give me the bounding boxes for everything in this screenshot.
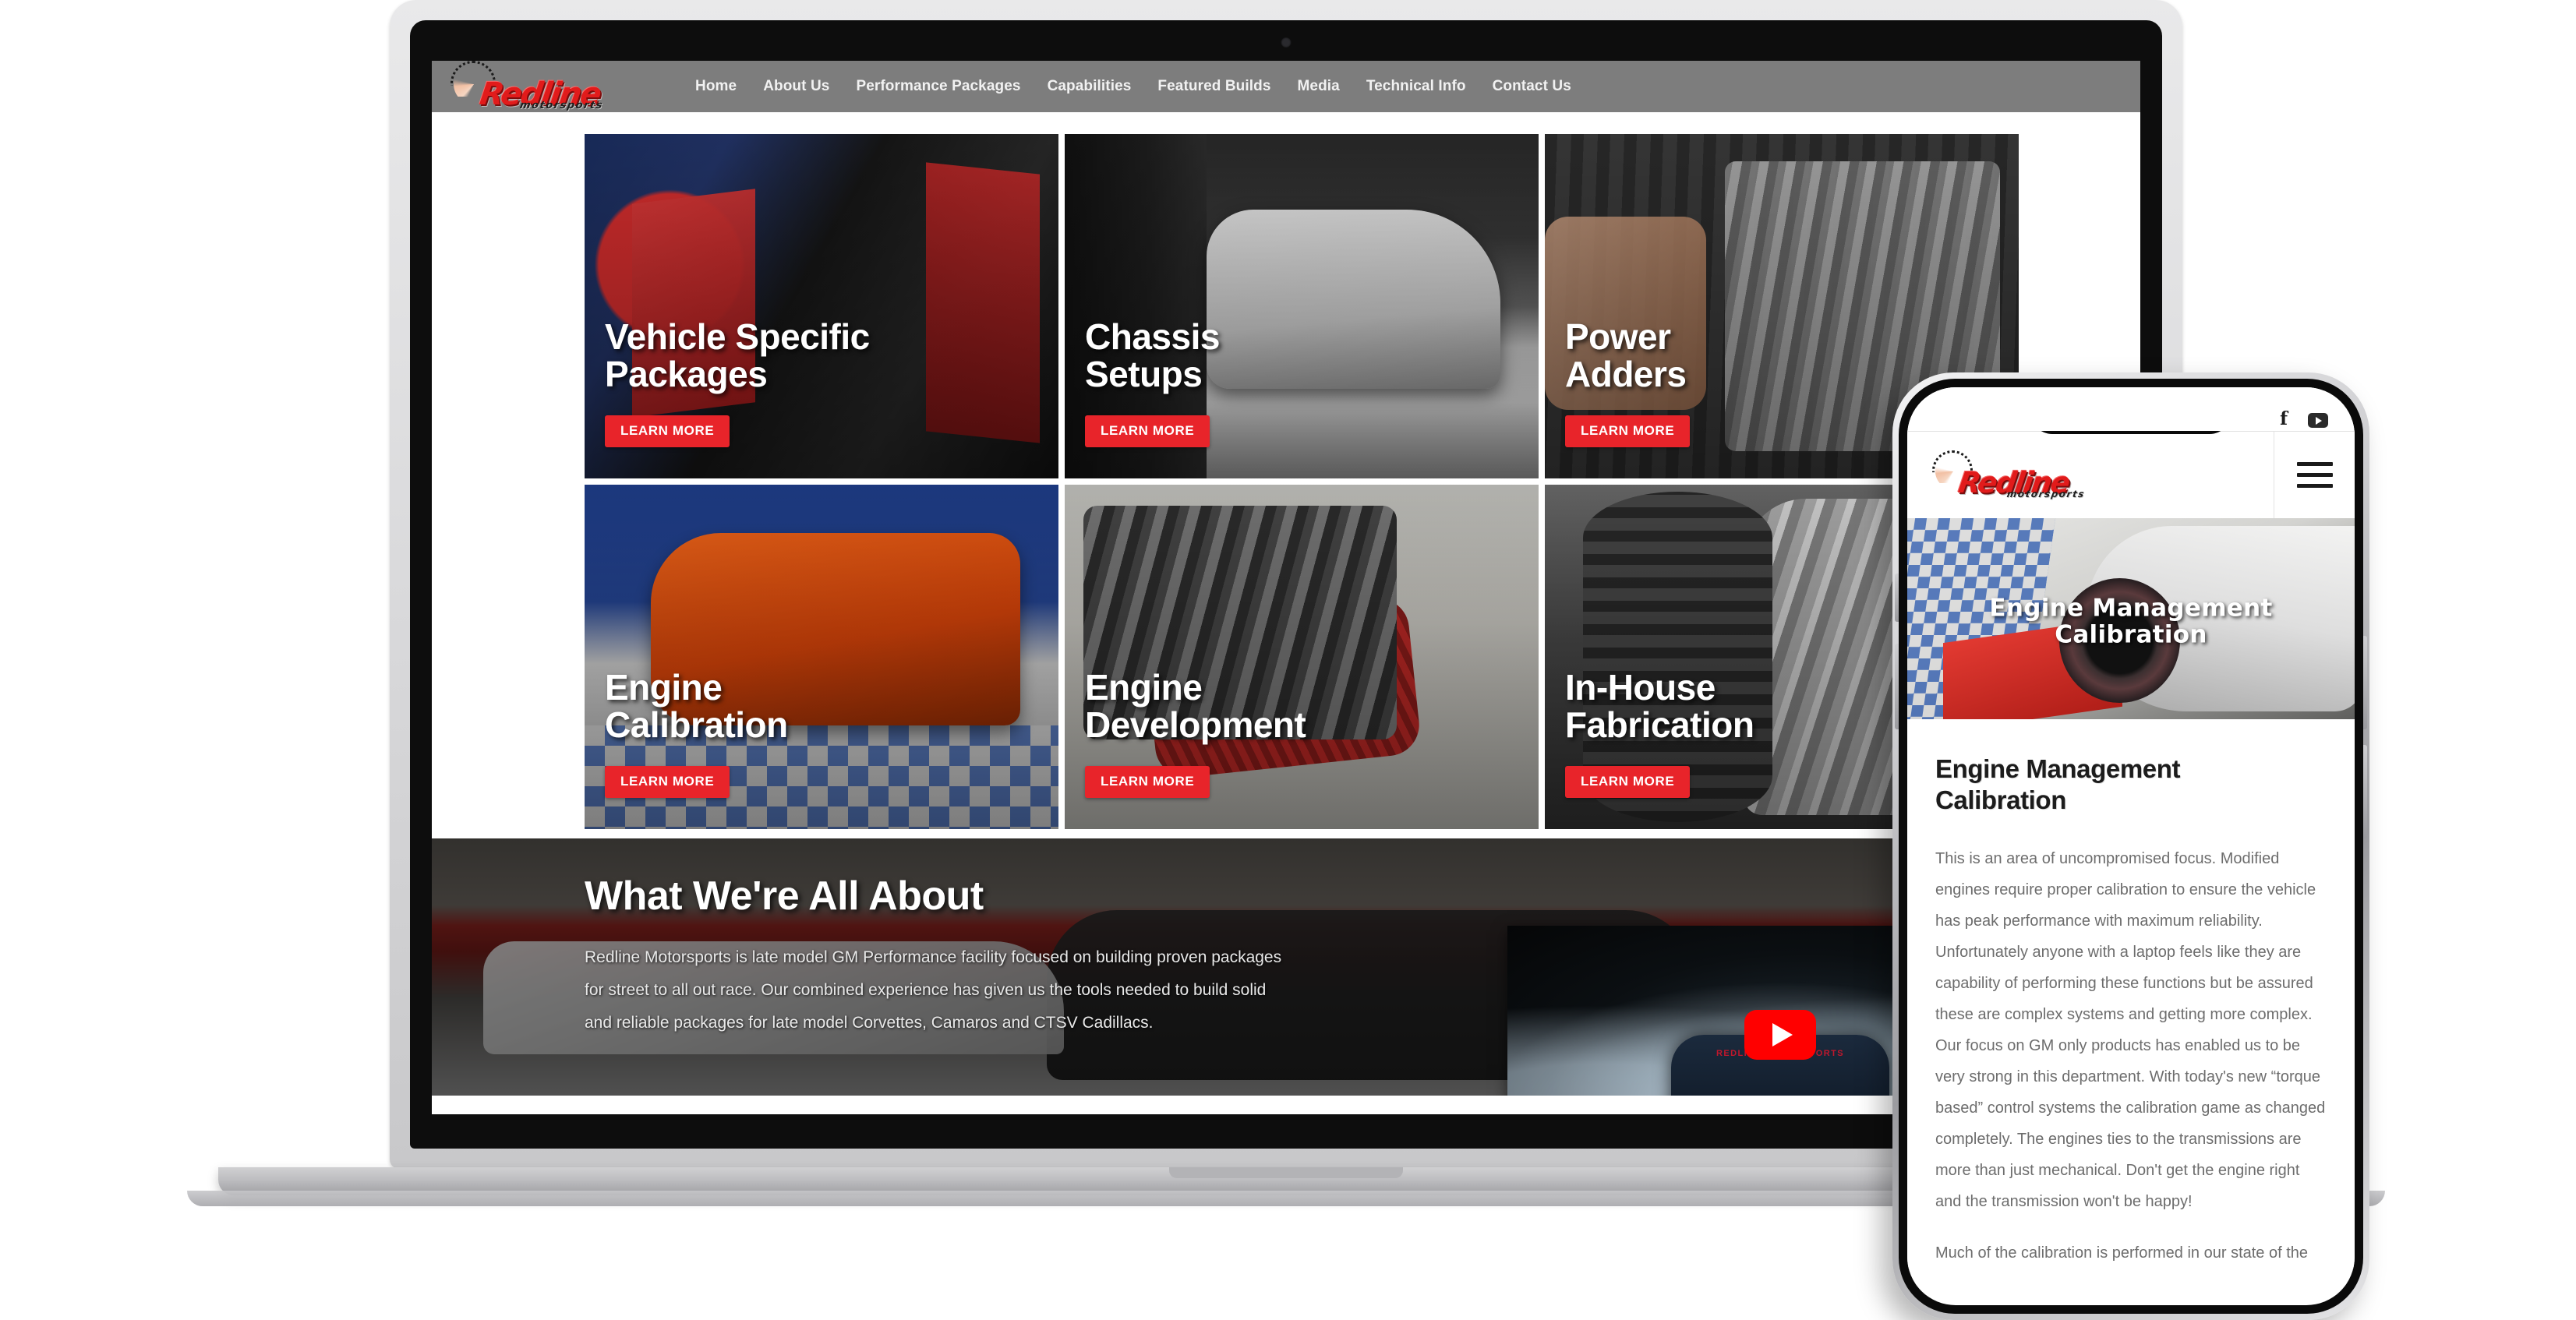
nav-item-media[interactable]: Media <box>1297 78 1339 95</box>
facebook-icon[interactable]: f <box>2280 410 2288 428</box>
laptop-camera-icon <box>1281 37 1292 48</box>
phone-bezel: f Redline motorsports Engine Management … <box>1895 379 2367 1314</box>
phone-volume-down-button[interactable] <box>1895 644 1899 729</box>
nav-item-technical-info[interactable]: Technical Info <box>1366 78 1466 95</box>
learn-more-button[interactable]: LEARN MORE <box>1565 415 1691 447</box>
nav-item-contact-us[interactable]: Contact Us <box>1493 78 1571 95</box>
mobile-page-heading: Engine Management Calibration <box>1935 754 2181 814</box>
youtube-play-icon[interactable] <box>1744 1010 1816 1060</box>
mobile-paragraph: This is an area of uncompromised focus. … <box>1935 850 2326 1211</box>
learn-more-button[interactable]: LEARN MORE <box>605 766 730 798</box>
main-navigation: Home About Us Performance Packages Capab… <box>695 78 1571 95</box>
tile-title: Engine Calibration <box>605 667 788 746</box>
learn-more-button[interactable]: LEARN MORE <box>1085 415 1210 447</box>
learn-more-button[interactable]: LEARN MORE <box>1565 766 1691 798</box>
logo-tagline: motorsports <box>518 100 605 111</box>
service-tile-chassis-setups[interactable]: Chassis Setups LEARN MORE <box>1065 134 1539 478</box>
mobile-header: Redline motorsports <box>1907 431 2355 519</box>
mobile-hero-banner: Engine Management Calibration <box>1907 518 2355 719</box>
hamburger-menu-icon[interactable] <box>2274 431 2355 519</box>
laptop-base-notch <box>1169 1167 1403 1178</box>
site-logo[interactable]: Redline motorsports <box>446 61 605 112</box>
mobile-social-bar: f <box>1907 387 2355 431</box>
tile-title: Vehicle Specific Packages <box>605 316 870 395</box>
nav-item-capabilities[interactable]: Capabilities <box>1048 78 1132 95</box>
services-grid-section: Vehicle Specific Packages LEARN MORE Cha… <box>432 112 2140 829</box>
about-section: What We're All About Redline Motorsports… <box>432 838 2140 1096</box>
nav-item-performance-packages[interactable]: Performance Packages <box>856 78 1020 95</box>
phone-mockup: f Redline motorsports Engine Management … <box>1892 372 2369 1320</box>
phone-screen: f Redline motorsports Engine Management … <box>1907 387 2355 1305</box>
service-tile-vehicle-specific-packages[interactable]: Vehicle Specific Packages LEARN MORE <box>585 134 1058 478</box>
mobile-site-logo[interactable]: Redline motorsports <box>1928 450 2087 499</box>
desktop-website: Redline motorsports Home About Us Perfor… <box>432 61 2140 1114</box>
service-tile-engine-calibration[interactable]: Engine Calibration LEARN MORE <box>585 485 1058 829</box>
tile-title: Chassis Setups <box>1085 316 1220 395</box>
nav-item-home[interactable]: Home <box>695 78 737 95</box>
mobile-paragraph: Much of the calibration is performed in … <box>1935 1244 2309 1262</box>
learn-more-button[interactable]: LEARN MORE <box>605 415 730 447</box>
nav-item-about-us[interactable]: About Us <box>763 78 829 95</box>
logo-tagline: motorsports <box>2005 488 2087 499</box>
tile-title: Engine Development <box>1085 667 1306 746</box>
learn-more-button[interactable]: LEARN MORE <box>1085 766 1210 798</box>
about-heading: What We're All About <box>585 874 984 919</box>
mobile-hero-title: Engine Management Calibration <box>1989 594 2273 649</box>
phone-side-button-secondary[interactable] <box>2363 745 2367 838</box>
phone-frame: f Redline motorsports Engine Management … <box>1892 372 2369 1320</box>
laptop-screen: Redline motorsports Home About Us Perfor… <box>432 61 2140 1114</box>
mobile-page-content: Engine Management Calibration This is an… <box>1907 719 2355 1269</box>
service-tile-engine-development[interactable]: Engine Development LEARN MORE <box>1065 485 1539 829</box>
phone-power-button[interactable] <box>2363 636 2367 729</box>
phone-volume-up-button[interactable] <box>1895 574 1899 622</box>
nav-item-featured-builds[interactable]: Featured Builds <box>1157 78 1270 95</box>
youtube-icon[interactable] <box>2308 413 2328 428</box>
site-header: Redline motorsports Home About Us Perfor… <box>432 61 2140 112</box>
about-body-text: Redline Motorsports is late model GM Per… <box>585 948 1282 1032</box>
